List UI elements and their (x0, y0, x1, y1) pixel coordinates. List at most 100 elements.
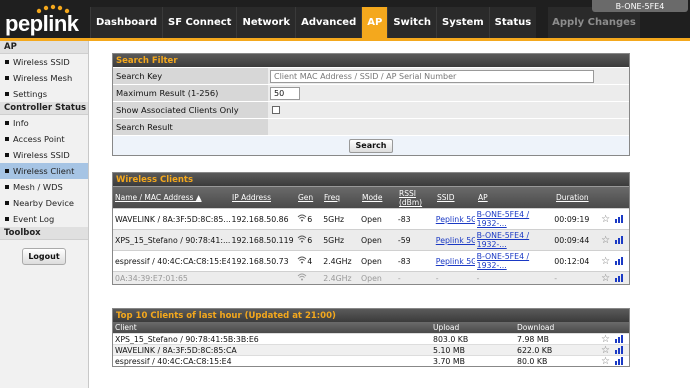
star-icon[interactable]: ☆ (601, 345, 610, 356)
star-icon[interactable]: ☆ (601, 356, 610, 367)
client-ip: 192.168.50.73 (231, 256, 289, 266)
sidebar-item-label: Wireless Mesh (13, 73, 73, 83)
sidebar-item-wireless-client[interactable]: Wireless Client (0, 163, 88, 179)
col-duration[interactable]: Duration (554, 193, 601, 202)
wifi-signal-icon (297, 214, 307, 224)
top-client-download: 622.0 KB (517, 345, 553, 355)
bullet-icon (5, 201, 9, 205)
client-freq: 2.4GHz (323, 256, 352, 266)
tab-network[interactable]: Network (236, 7, 296, 38)
device-name-badge: B-ONE-5FE4 (592, 0, 688, 12)
search-key-row: Search Key Client MAC Address / SSID / A… (113, 67, 629, 84)
client-ip: 192.168.50.86 (231, 214, 289, 224)
top-clients-title: Top 10 Clients of last hour (Updated at … (113, 309, 629, 322)
star-icon[interactable]: ☆ (601, 214, 610, 225)
client-ap-link[interactable]: B-ONE-5FE4 /1932-... (477, 252, 553, 270)
top-client-upload: 5.10 MB (433, 345, 465, 355)
top-client-name: espressif / 40:4C:CA:C8:15:E4 (115, 356, 232, 366)
associated-only-checkbox[interactable] (272, 106, 280, 114)
client-rssi: -83 (397, 256, 411, 266)
bar-chart-icon[interactable] (614, 215, 624, 223)
tab-switch[interactable]: Switch (387, 7, 437, 38)
col-ssid[interactable]: SSID (435, 193, 476, 202)
bullet-icon (5, 153, 9, 157)
sidebar-section-ap: AP (0, 41, 88, 54)
sidebar-section-controller-status: Controller Status (0, 102, 88, 115)
bar-chart-icon[interactable] (614, 335, 624, 343)
tab-sf-connect[interactable]: SF Connect (162, 7, 237, 38)
max-result-input[interactable]: 50 (270, 86, 300, 100)
sidebar-item-wireless-mesh[interactable]: Wireless Mesh (0, 70, 88, 86)
sidebar-item-label: Nearby Device (13, 198, 74, 208)
bar-chart-icon[interactable] (614, 274, 624, 282)
sidebar-item-label: Wireless Client (13, 166, 75, 176)
client-ssid[interactable]: Peplink 5G (434, 257, 475, 266)
tab-ap[interactable]: AP (361, 7, 388, 38)
sidebar-item-wireless-ssid[interactable]: Wireless SSID (0, 54, 88, 70)
client-duration: 00:09:19 (554, 214, 590, 224)
star-icon[interactable]: ☆ (601, 334, 610, 345)
client-mode: Open (361, 235, 382, 245)
star-icon[interactable]: ☆ (601, 256, 610, 267)
logout-area: Logout (0, 240, 88, 272)
client-duration: - (554, 273, 558, 283)
client-gen: 6 (307, 215, 313, 224)
sidebar-item-settings[interactable]: Settings (0, 86, 88, 102)
sidebar-item-info[interactable]: Info (0, 115, 88, 131)
top-clients-header: Client Upload Download (113, 322, 629, 333)
bar-chart-icon[interactable] (614, 346, 624, 354)
star-icon[interactable]: ☆ (601, 235, 610, 246)
search-key-input[interactable]: Client MAC Address / SSID / AP Serial Nu… (270, 69, 594, 83)
top-clients-panel: Top 10 Clients of last hour (Updated at … (112, 308, 630, 367)
client-gen-cell: 4 (295, 256, 321, 266)
bar-chart-icon[interactable] (614, 257, 624, 265)
client-ssid[interactable]: Peplink 5G (434, 236, 475, 245)
max-result-label: Maximum Result (1-256) (113, 85, 268, 101)
client-rssi: -59 (397, 235, 411, 245)
bullet-icon (5, 185, 9, 189)
col-ap[interactable]: AP (476, 193, 554, 202)
peplink-logo[interactable]: peplink (5, 1, 85, 36)
sidebar-item-mesh-wds[interactable]: Mesh / WDS (0, 179, 88, 195)
row-actions: ☆ (599, 273, 629, 284)
client-ap-link[interactable]: B-ONE-5FE4 /1932-... (477, 231, 553, 249)
sidebar-item-label: Access Point (13, 134, 65, 144)
col-rssi[interactable]: RSSI (dBm) (397, 189, 435, 207)
sidebar-item-wireless-ssid-status[interactable]: Wireless SSID (0, 147, 88, 163)
sidebar-item-nearby-device[interactable]: Nearby Device (0, 195, 88, 211)
col-gen[interactable]: Gen (296, 193, 322, 202)
sidebar-item-label: Mesh / WDS (13, 182, 63, 192)
row-actions: ☆ (599, 214, 629, 225)
sidebar-item-access-point[interactable]: Access Point (0, 131, 88, 147)
client-gen-cell: 6 (295, 235, 321, 245)
tab-system[interactable]: System (436, 7, 489, 38)
star-icon[interactable]: ☆ (601, 273, 610, 284)
search-result-row: Search Result (113, 118, 629, 135)
bullet-icon (5, 137, 9, 141)
col-ip[interactable]: IP Address (230, 193, 296, 202)
logout-button[interactable]: Logout (22, 247, 66, 265)
client-freq: 5GHz (323, 214, 345, 224)
search-key-label: Search Key (113, 68, 268, 84)
row-actions: ☆ (599, 356, 629, 367)
col-freq[interactable]: Freq (322, 193, 360, 202)
bullet-icon (5, 169, 9, 173)
bar-chart-icon[interactable] (614, 357, 624, 365)
client-gen: 6 (307, 236, 313, 245)
tab-advanced[interactable]: Advanced (295, 7, 362, 38)
col-mode[interactable]: Mode (360, 193, 397, 202)
search-button[interactable]: Search (348, 138, 394, 153)
col-name-mac[interactable]: Name / MAC Address ▲ (113, 193, 230, 202)
client-name: 0A:34:39:E7:01:65 (115, 273, 188, 283)
client-ap-link[interactable]: B-ONE-5FE4 /1932-... (477, 210, 553, 228)
client-mode: Open (361, 273, 382, 283)
main-content: Search Filter Search Key Client MAC Addr… (90, 41, 690, 388)
main-nav: Dashboard SF Connect Network Advanced AP… (90, 7, 537, 38)
sidebar-item-event-log[interactable]: Event Log (0, 211, 88, 227)
client-ap-cell: B-ONE-5FE4 /1932-... (475, 210, 553, 228)
bullet-icon (5, 121, 9, 125)
tab-dashboard[interactable]: Dashboard (90, 7, 162, 38)
bar-chart-icon[interactable] (614, 236, 624, 244)
client-ssid[interactable]: Peplink 5G (434, 215, 475, 224)
tab-status[interactable]: Status (488, 7, 537, 38)
